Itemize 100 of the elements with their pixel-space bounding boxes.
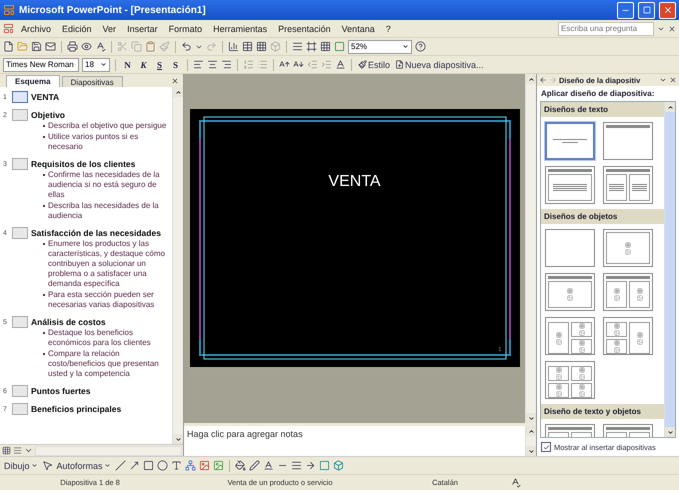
format-button[interactable]: N — [121, 60, 134, 70]
save-icon[interactable] — [31, 41, 42, 52]
layout-thumbnail[interactable] — [545, 229, 595, 267]
text-box-icon[interactable] — [170, 460, 182, 471]
design-button[interactable]: Estilo — [357, 57, 392, 72]
window-title: Microsoft PowerPoint - [Presentación1] — [19, 4, 207, 16]
grid-icon[interactable] — [256, 41, 267, 52]
pane-tab[interactable]: Esquema — [6, 75, 60, 87]
menu-item[interactable]: Edición — [58, 24, 96, 34]
layout-thumbnail[interactable] — [603, 122, 653, 160]
picture-icon[interactable] — [198, 460, 210, 471]
outline-title[interactable]: Análisis de costos — [31, 317, 106, 327]
chart-icon[interactable] — [228, 41, 239, 52]
font-color-icon[interactable] — [335, 59, 346, 70]
scroll-down-icon — [528, 414, 534, 422]
scrollbar[interactable] — [664, 102, 675, 437]
format-button[interactable]: S — [169, 60, 182, 70]
layout-thumbnail[interactable] — [545, 273, 595, 311]
autoshapes-button[interactable]: Autoformas — [56, 458, 112, 473]
undo-icon[interactable] — [181, 41, 192, 52]
layout-thumbnail[interactable] — [603, 229, 653, 267]
rectangle-icon[interactable] — [142, 460, 154, 471]
scroll-down-icon — [174, 436, 182, 442]
menu-item[interactable]: Ventana — [338, 24, 379, 34]
menu-item[interactable]: Archivo — [17, 24, 56, 34]
task-pane-heading: Aplicar diseño de diapositiva: — [540, 88, 656, 100]
pointer-icon[interactable] — [42, 460, 53, 471]
line-icon[interactable] — [114, 460, 126, 471]
grid-icon[interactable] — [320, 41, 331, 52]
menu-item[interactable]: Herramientas — [209, 24, 272, 34]
format-button[interactable]: S — [153, 60, 166, 70]
mail-icon[interactable] — [45, 41, 56, 52]
menu-item[interactable]: ? — [382, 24, 395, 34]
font-color-icon[interactable] — [262, 460, 274, 471]
layout-thumbnail[interactable] — [603, 166, 653, 204]
3d-icon[interactable] — [332, 460, 344, 471]
align-left-icon[interactable] — [193, 59, 204, 70]
sorter-view-icon[interactable] — [13, 446, 22, 455]
close-icon[interactable] — [668, 24, 676, 32]
eye-icon[interactable] — [81, 41, 92, 52]
scroll-up-icon — [528, 76, 534, 82]
table-icon[interactable] — [242, 41, 253, 52]
minimize-button[interactable] — [617, 2, 634, 18]
arrow-icon[interactable] — [128, 460, 140, 471]
layout-thumbnail[interactable] — [545, 166, 595, 204]
help-search-field[interactable]: Escriba una pregunta — [558, 22, 654, 36]
align-right-icon[interactable] — [221, 59, 232, 70]
close-button[interactable] — [659, 2, 676, 18]
align-center-icon[interactable] — [207, 59, 218, 70]
layout-thumbnail[interactable] — [545, 361, 595, 399]
font-size-field[interactable]: 18 — [82, 58, 110, 72]
dash-style-icon[interactable] — [290, 460, 302, 471]
paintbrush-icon — [358, 60, 367, 69]
document-icon[interactable] — [3, 23, 14, 34]
outline-bullet: Enumere los productos y las características, y destaque cómo contribuyen a solucionar un problema o a satisfacer una demanda específica — [48, 239, 166, 289]
outline-title[interactable]: Beneficios principales — [31, 404, 122, 414]
zoom-field[interactable]: 52% — [348, 40, 412, 54]
slide-icon[interactable] — [12, 91, 28, 103]
menu-item[interactable]: Ver — [98, 24, 120, 34]
new-file-icon[interactable] — [3, 41, 14, 52]
scrollbar[interactable] — [525, 426, 536, 456]
menu-item[interactable]: Formato — [164, 24, 206, 34]
draw-menu-button[interactable]: Dibujo — [3, 458, 39, 473]
menu-item[interactable]: Insertar — [123, 24, 162, 34]
spelling-icon[interactable] — [510, 477, 521, 488]
dropdown-icon[interactable] — [659, 76, 667, 84]
help-icon[interactable] — [415, 41, 426, 52]
layout-thumbnail[interactable] — [603, 273, 653, 311]
close-icon[interactable] — [669, 76, 677, 84]
picture-icon[interactable] — [212, 460, 224, 471]
new-slide-button[interactable]: Nueva diapositiva... — [394, 57, 485, 72]
section-heading: Diseños de texto — [541, 102, 664, 117]
back-icon[interactable] — [539, 76, 547, 84]
menu-item[interactable]: Presentación — [274, 24, 335, 34]
layout-thumbnail[interactable] — [603, 317, 653, 355]
clipboard-icon[interactable] — [145, 41, 156, 52]
line-color-icon[interactable] — [248, 460, 260, 471]
printer-icon[interactable] — [67, 41, 78, 52]
ellipse-icon[interactable] — [156, 460, 168, 471]
outline-title[interactable]: Requisitos de los clientes — [31, 159, 136, 169]
pane-tab[interactable]: Diapositivas — [62, 76, 123, 87]
close-icon[interactable] — [171, 76, 179, 84]
layout-thumbnail[interactable] — [545, 122, 595, 160]
scrollbar[interactable] — [172, 87, 183, 444]
fill-color-icon[interactable] — [234, 460, 246, 471]
outline-title[interactable]: VENTA — [31, 92, 60, 102]
scrollbar[interactable] — [35, 446, 182, 456]
outline-title[interactable]: Objetivo — [31, 110, 66, 120]
normal-view-icon[interactable] — [2, 446, 11, 455]
outline-title[interactable]: Puntos fuertes — [31, 386, 91, 396]
diagram-icon[interactable] — [184, 460, 196, 471]
outline-icon[interactable] — [292, 41, 303, 52]
format-button[interactable]: K — [137, 60, 150, 70]
maximize-button[interactable] — [638, 2, 655, 18]
font-field[interactable]: Times New Roman — [3, 58, 79, 72]
spelling-icon[interactable] — [95, 41, 106, 52]
arrow-style-icon[interactable] — [304, 460, 316, 471]
layout-thumbnail[interactable] — [545, 317, 595, 355]
outline-title[interactable]: Satisfacción de las necesidades — [31, 228, 161, 238]
scrollbar[interactable] — [525, 74, 536, 423]
